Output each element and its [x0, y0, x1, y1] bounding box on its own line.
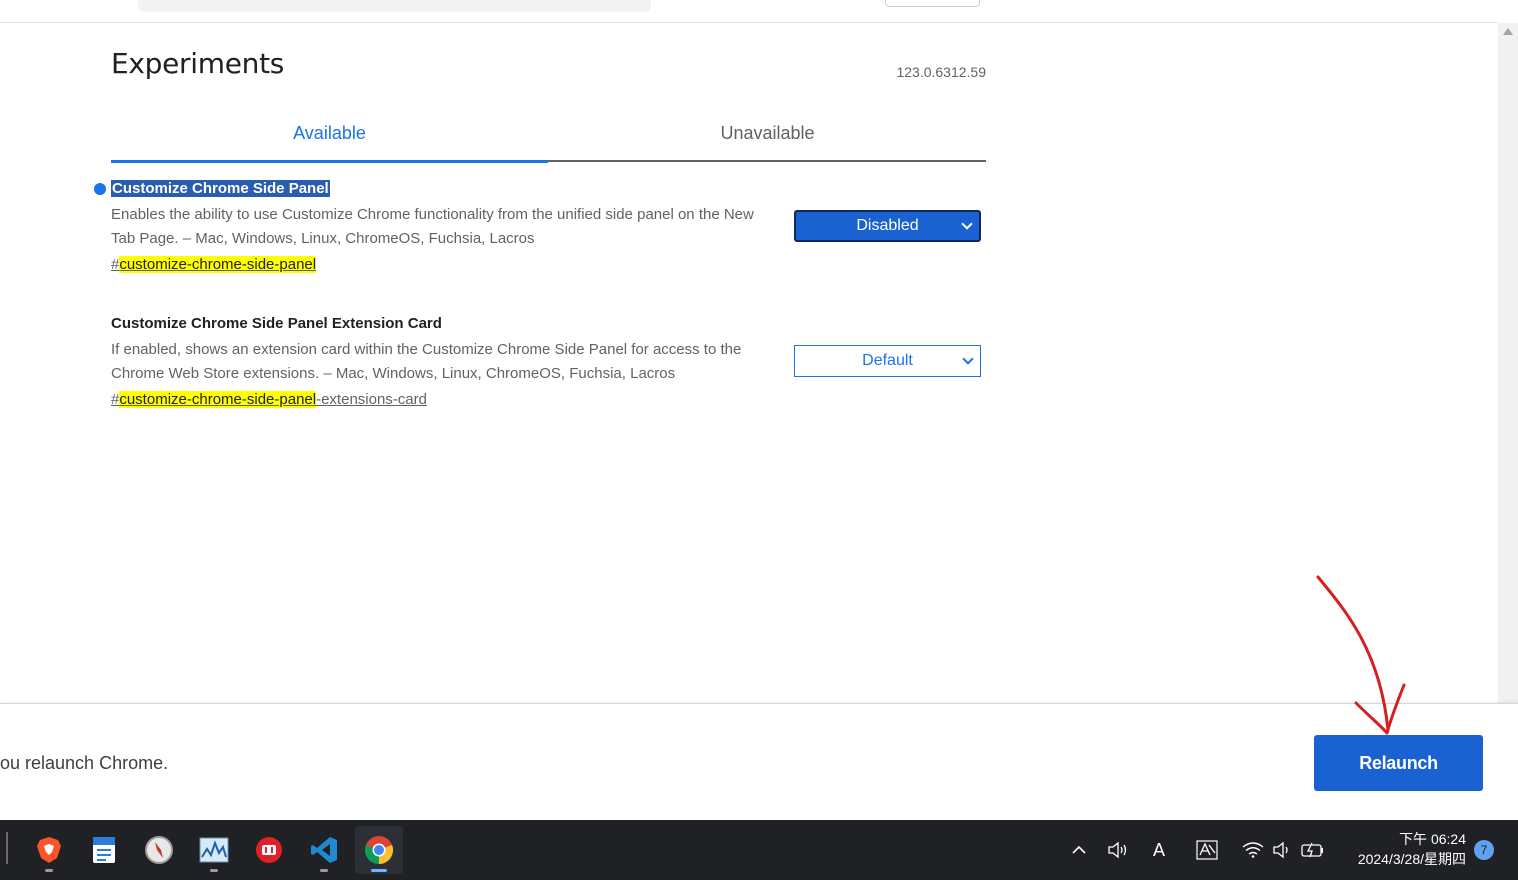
- experiment-permalink: #customize-chrome-side-panel-extensions-…: [111, 389, 986, 411]
- reset-all-button[interactable]: [885, 0, 980, 7]
- version-label: 123.0.6312.59: [896, 64, 986, 80]
- experiment-permalink: #customize-chrome-side-panel: [111, 254, 986, 276]
- select-value: Disabled: [856, 217, 919, 234]
- experiment-state-select[interactable]: Disabled: [794, 210, 981, 242]
- ime-label: A: [1152, 839, 1165, 860]
- experiment-item: Customize Chrome Side Panel Extension Ca…: [111, 313, 986, 411]
- experiment-description: If enabled, shows an extension card with…: [111, 341, 742, 382]
- taskbar-clock[interactable]: 下午 06:24 2024/3/28/星期四: [1336, 829, 1466, 869]
- battery-icon[interactable]: [1301, 838, 1325, 862]
- chevron-down-icon: [961, 218, 973, 230]
- tab-available[interactable]: Available: [111, 108, 548, 163]
- windows-taskbar: A 下午 06:24 2024/3/28/星期四 7: [0, 820, 1518, 880]
- relaunch-message: ou relaunch Chrome.: [0, 753, 169, 773]
- search-flags-input[interactable]: [138, 0, 651, 12]
- chrome-icon[interactable]: [355, 826, 403, 874]
- experiment-description: Enables the ability to use Customize Chr…: [111, 206, 754, 247]
- system-monitor-icon[interactable]: [190, 826, 238, 874]
- running-indicator: [210, 869, 218, 872]
- vscode-icon[interactable]: [300, 826, 348, 874]
- experiment-title: Customize Chrome Side Panel: [111, 178, 986, 200]
- show-desktop-edge[interactable]: [0, 832, 8, 864]
- experiment-link[interactable]: #customize-chrome-side-panel-extensions-…: [111, 391, 427, 408]
- chevron-down-icon: [962, 353, 974, 365]
- experiment-link[interactable]: #customize-chrome-side-panel: [111, 256, 317, 273]
- red-app-icon[interactable]: [245, 826, 293, 874]
- scroll-up-arrow-icon[interactable]: [1503, 28, 1513, 35]
- flags-tabs: Available Unavailable: [111, 108, 986, 163]
- experiment-item: Customize Chrome Side Panel Enables the …: [94, 178, 986, 276]
- relaunch-bar: ou relaunch Chrome. Relaunch: [0, 703, 1518, 820]
- document-editor-icon[interactable]: [80, 826, 128, 874]
- language-icon[interactable]: [1195, 838, 1219, 862]
- volume-icon[interactable]: [1270, 838, 1294, 862]
- clock-date: 2024/3/28/星期四: [1357, 851, 1466, 867]
- relaunch-button[interactable]: Relaunch: [1314, 735, 1483, 791]
- running-indicator: [371, 869, 387, 872]
- select-value: Default: [862, 352, 913, 369]
- notification-badge[interactable]: 7: [1474, 840, 1494, 860]
- clock-time: 下午 06:24: [1399, 831, 1466, 847]
- brave-icon[interactable]: [25, 826, 73, 874]
- link-match: customize-chrome-side-panel: [119, 256, 317, 273]
- tab-unavailable[interactable]: Unavailable: [549, 108, 986, 162]
- link-suffix: -extensions-card: [316, 391, 427, 408]
- wifi-icon[interactable]: [1241, 838, 1265, 862]
- page-scrollbar[interactable]: [1498, 23, 1518, 703]
- speaker-icon[interactable]: [1106, 838, 1130, 862]
- show-hidden-icons-chevron-icon[interactable]: [1067, 838, 1091, 862]
- page-title: Experiments: [111, 47, 285, 80]
- experiment-state-select[interactable]: Default: [794, 345, 981, 377]
- running-indicator: [45, 869, 53, 872]
- top-header-strip: [0, 0, 1498, 23]
- experiment-title: Customize Chrome Side Panel Extension Ca…: [111, 315, 442, 332]
- running-indicator: [320, 869, 328, 872]
- modified-indicator-icon: [94, 183, 106, 195]
- chrome-flags-page: Experiments 123.0.6312.59 Available Unav…: [0, 0, 1518, 880]
- compass-icon[interactable]: [135, 826, 183, 874]
- ime-mode-icon[interactable]: A: [1147, 838, 1171, 862]
- link-match: customize-chrome-side-panel: [119, 391, 317, 408]
- experiment-title-text: Customize Chrome Side Panel: [111, 180, 330, 197]
